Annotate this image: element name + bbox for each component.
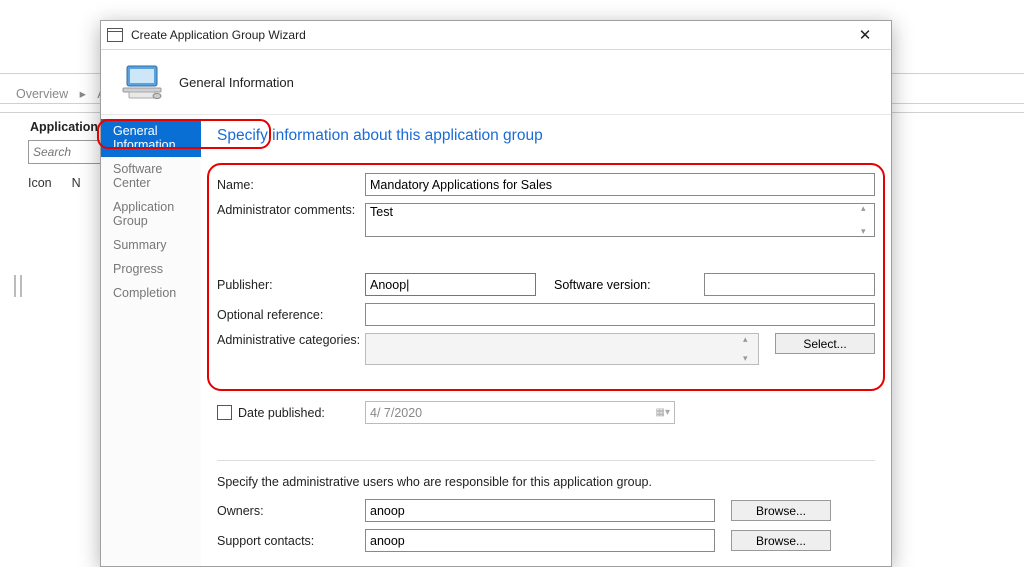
close-button[interactable]: ✕	[845, 23, 885, 47]
date-published-label-group: Date published:	[217, 405, 365, 420]
step-progress[interactable]: Progress	[101, 257, 201, 281]
date-published-checkbox[interactable]	[217, 405, 232, 420]
titlebar[interactable]: Create Application Group Wizard ✕	[101, 21, 891, 50]
wizard-steps: General Information Software Center Appl…	[101, 115, 201, 566]
step-general-information[interactable]: General Information	[101, 119, 201, 157]
step-summary[interactable]: Summary	[101, 233, 201, 257]
owners-browse-button[interactable]: Browse...	[731, 500, 831, 521]
optional-reference-field[interactable]	[365, 303, 875, 326]
resize-handle[interactable]	[14, 275, 22, 297]
chevron-up-icon[interactable]: ▴	[861, 204, 873, 213]
panel-title: Application	[30, 120, 98, 134]
comments-label: Administrator comments:	[217, 203, 365, 217]
scrollbar[interactable]: ▴▾	[861, 204, 873, 236]
select-button[interactable]: Select...	[775, 333, 875, 354]
comments-field[interactable]	[365, 203, 875, 237]
date-published-label: Date published:	[238, 406, 325, 420]
column-headers: Icon N	[28, 176, 101, 190]
step-application-group[interactable]: Application Group	[101, 195, 201, 233]
support-field[interactable]	[365, 529, 715, 552]
scrollbar[interactable]: ▴▾	[743, 335, 755, 363]
owners-field[interactable]	[365, 499, 715, 522]
header-title: General Information	[179, 75, 294, 90]
name-field[interactable]	[365, 173, 875, 196]
column-header[interactable]: N	[72, 176, 101, 190]
support-browse-button[interactable]: Browse...	[731, 530, 831, 551]
page-title: Specify information about this applicati…	[217, 127, 875, 145]
chevron-right-icon: ▸	[76, 87, 90, 101]
categories-label: Administrative categories:	[217, 333, 365, 347]
wizard-dialog: Create Application Group Wizard ✕ Genera…	[100, 20, 892, 567]
owners-hint: Specify the administrative users who are…	[217, 475, 875, 489]
optional-reference-label: Optional reference:	[217, 308, 365, 322]
categories-field: ▴▾	[365, 333, 759, 365]
step-completion[interactable]: Completion	[101, 281, 201, 305]
owners-label: Owners:	[217, 504, 365, 518]
software-version-field[interactable]	[704, 273, 875, 296]
window-icon	[107, 28, 123, 42]
calendar-dropdown-icon[interactable]: ▦▾	[656, 407, 670, 418]
search-input[interactable]	[28, 140, 108, 164]
chevron-down-icon[interactable]: ▾	[743, 354, 755, 363]
publisher-field[interactable]	[365, 273, 536, 296]
name-label: Name:	[217, 178, 365, 192]
software-version-label: Software version:	[536, 278, 704, 292]
window-title: Create Application Group Wizard	[131, 28, 845, 42]
date-published-field[interactable]: 4/ 7/2020 ▦▾	[365, 401, 675, 424]
publisher-label: Publisher:	[217, 278, 365, 292]
breadcrumb-item[interactable]: Overview	[12, 87, 72, 101]
support-label: Support contacts:	[217, 534, 365, 548]
wizard-main: Specify information about this applicati…	[201, 115, 891, 566]
computer-icon	[117, 62, 167, 102]
divider	[217, 460, 875, 461]
column-header[interactable]: Icon	[28, 176, 72, 190]
date-published-value: 4/ 7/2020	[370, 406, 422, 420]
chevron-up-icon[interactable]: ▴	[743, 335, 755, 344]
chevron-down-icon[interactable]: ▾	[861, 227, 873, 236]
wizard-header: General Information	[101, 50, 891, 115]
step-software-center[interactable]: Software Center	[101, 157, 201, 195]
